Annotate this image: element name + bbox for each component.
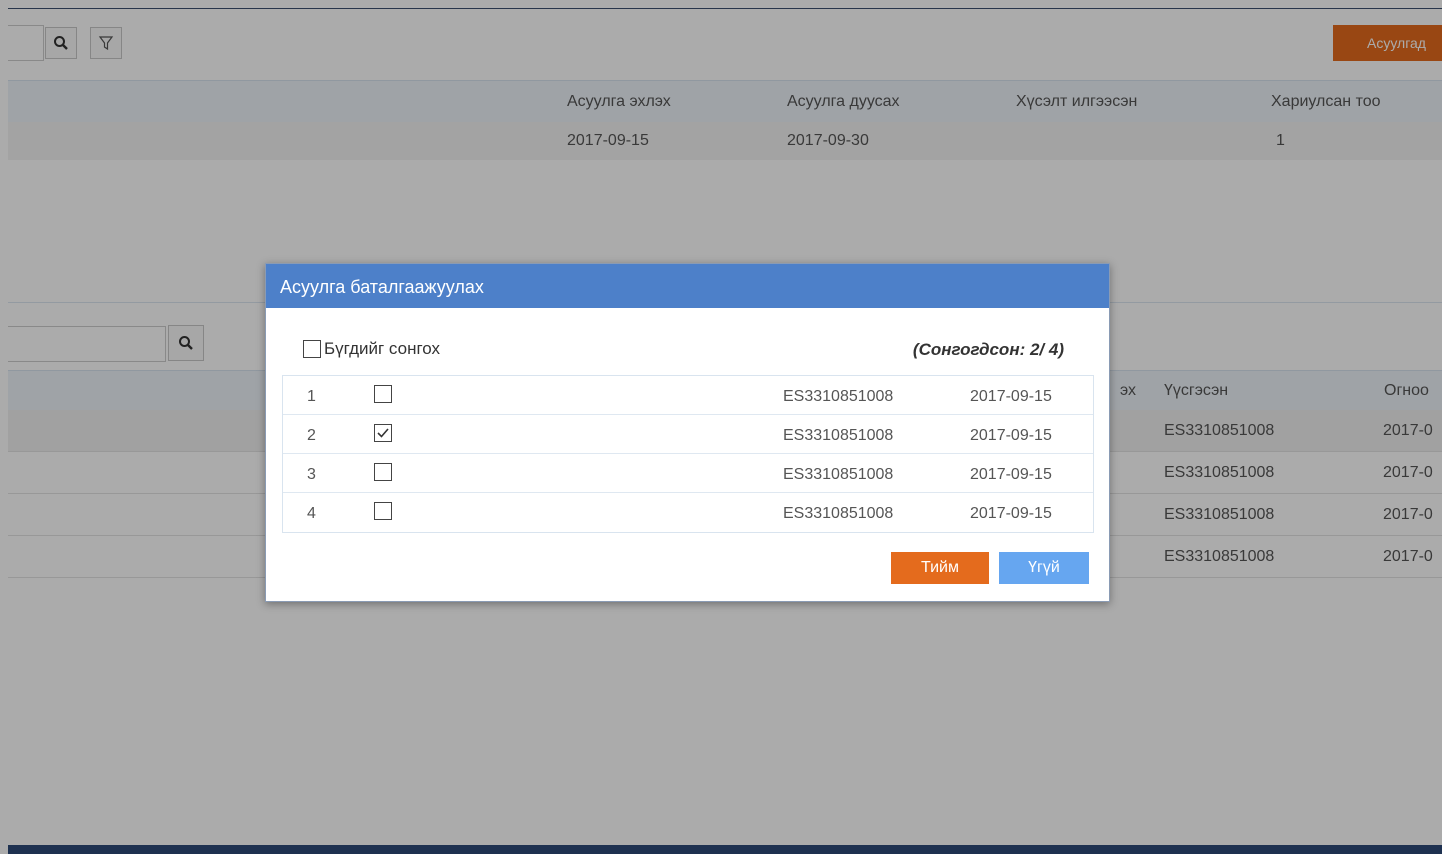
row-date: 2017-09-15 <box>970 505 1052 522</box>
dialog-table: 1 ES3310851008 2017-09-15 2 ES3310851008… <box>282 375 1094 533</box>
dialog-title: Асуулга баталгаажуулах <box>266 264 1109 308</box>
checkmark-icon <box>377 428 389 438</box>
row-number: 4 <box>307 505 316 522</box>
row-code: ES3310851008 <box>783 505 894 522</box>
list-item[interactable]: 4 ES3310851008 2017-09-15 <box>283 493 1093 532</box>
confirm-survey-dialog: Асуулга баталгаажуулах Бүгдийг сонгох (С… <box>265 263 1110 602</box>
list-item[interactable]: 3 ES3310851008 2017-09-15 <box>283 454 1093 493</box>
row-code: ES3310851008 <box>783 388 894 405</box>
select-all-label: Бүгдийг сонгох <box>324 339 441 358</box>
row-number: 3 <box>307 466 316 483</box>
row-number: 1 <box>307 388 316 405</box>
row-date: 2017-09-15 <box>970 388 1052 405</box>
no-button[interactable]: Үгүй <box>999 552 1089 584</box>
row-checkbox[interactable] <box>374 424 392 442</box>
row-checkbox[interactable] <box>374 385 392 403</box>
selected-counter: (Сонгогдсон: 2/ 4) <box>912 340 1064 359</box>
row-checkbox[interactable] <box>374 463 392 481</box>
list-item[interactable]: 2 ES3310851008 2017-09-15 <box>283 415 1093 454</box>
row-code: ES3310851008 <box>783 427 894 444</box>
checkbox[interactable] <box>303 340 321 358</box>
select-all-checkbox[interactable]: Бүгдийг сонгох <box>303 339 440 359</box>
row-code: ES3310851008 <box>783 466 894 483</box>
list-item[interactable]: 1 ES3310851008 2017-09-15 <box>283 376 1093 415</box>
row-date: 2017-09-15 <box>970 427 1052 444</box>
row-number: 2 <box>307 427 316 444</box>
yes-button[interactable]: Тийм <box>891 552 989 584</box>
row-date: 2017-09-15 <box>970 466 1052 483</box>
row-checkbox[interactable] <box>374 502 392 520</box>
